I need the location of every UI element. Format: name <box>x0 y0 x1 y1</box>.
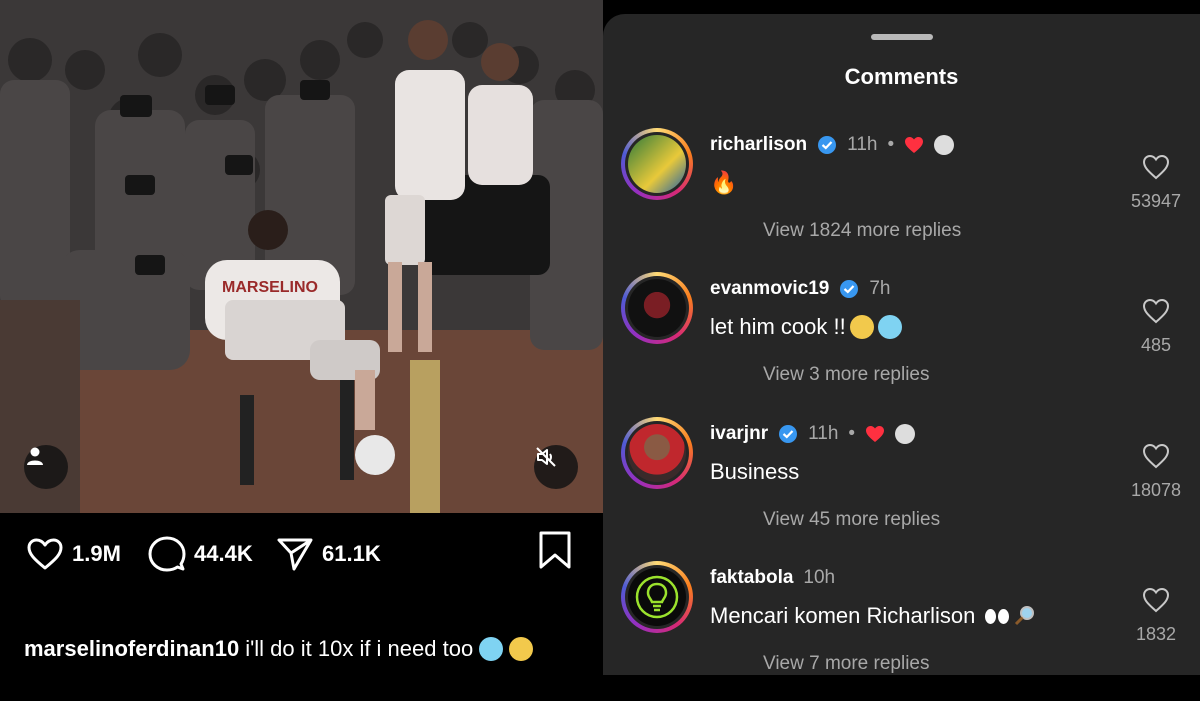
avatar[interactable] <box>621 128 693 200</box>
send-paper-plane-icon <box>277 538 313 571</box>
comment-item: ivarjnr 11h • Business View 45 more repl… <box>603 417 1200 557</box>
lightbulb-logo-icon <box>635 575 679 619</box>
heart-outline-icon[interactable] <box>1142 298 1170 324</box>
view-replies-link[interactable]: View 3 more replies <box>763 364 930 386</box>
comment-count: 44.4K <box>194 541 253 566</box>
creator-avatar-icon <box>934 135 955 155</box>
view-replies-link[interactable]: View 1824 more replies <box>763 220 961 242</box>
view-replies-link[interactable]: View 45 more replies <box>763 509 940 531</box>
comment-text-row: let him cook !! <box>710 314 902 340</box>
heart-outline-icon[interactable] <box>1142 154 1170 180</box>
comment-like-count: 18078 <box>1130 480 1182 500</box>
comment-text: let him cook !! <box>710 314 846 339</box>
comment-item: evanmovic19 7h let him cook !! View 3 mo… <box>603 272 1200 412</box>
comment-time: 11h <box>808 423 839 444</box>
like-button[interactable]: 1.9M <box>26 535 121 573</box>
comment-bubble-icon <box>148 536 186 572</box>
cold-face-emoji-icon <box>479 637 504 661</box>
cold-face-emoji-icon <box>877 315 902 339</box>
share-count: 61.1K <box>322 541 381 566</box>
comment-button[interactable]: 44.4K <box>148 535 253 573</box>
sheet-title: Comments <box>844 64 959 89</box>
post-photo-illustration: MARSELINO <box>0 0 603 513</box>
comment-like-count: 53947 <box>1130 191 1182 211</box>
jersey-name: MARSELINO <box>222 279 318 296</box>
avatar[interactable] <box>621 561 693 633</box>
post-photo[interactable]: MARSELINO <box>0 0 603 513</box>
comment-like[interactable]: 1832 <box>1113 587 1199 645</box>
comment-username[interactable]: evanmovic19 <box>710 278 829 300</box>
eyes-emoji-icon <box>985 608 1010 624</box>
comment-username[interactable]: faktabola <box>710 567 793 589</box>
comment-time: 7h <box>869 278 891 299</box>
comment-like[interactable]: 485 <box>1113 298 1199 356</box>
heart-outline-icon[interactable] <box>1142 587 1170 613</box>
verified-badge-icon <box>779 425 798 443</box>
creator-liked-heart-icon <box>905 137 924 153</box>
post-actions-bar: 1.9M 44.4K 61.1K <box>0 513 603 593</box>
separator-dot: • <box>887 134 895 155</box>
comment-like-count: 485 <box>1140 335 1172 355</box>
creator-liked-heart-icon <box>866 426 885 442</box>
comment-text: 🔥 <box>710 170 738 195</box>
heart-outline-icon[interactable] <box>1142 443 1170 469</box>
comment-like[interactable]: 18078 <box>1113 443 1199 501</box>
comment-like-count: 1832 <box>1135 624 1177 644</box>
heart-icon <box>27 538 63 570</box>
verified-badge-icon <box>818 136 837 154</box>
avatar[interactable] <box>621 417 693 489</box>
comment-username[interactable]: richarlison <box>710 134 807 156</box>
person-icon <box>27 447 43 465</box>
comment-time: 10h <box>803 567 836 588</box>
bookmark-icon[interactable] <box>536 530 574 570</box>
comment-text: Business <box>710 459 800 484</box>
comment-item: richarlison 11h • 🔥 View 1824 more repli… <box>603 128 1200 268</box>
view-replies-link[interactable]: View 7 more replies <box>763 653 930 675</box>
comment-text: Mencari komen Richarlison <box>710 603 976 628</box>
comment-username[interactable]: ivarjnr <box>710 423 768 445</box>
comment-item: faktabola 10h Mencari komen Richarlison … <box>603 561 1200 701</box>
mute-button[interactable] <box>534 445 578 489</box>
worried-face-emoji-icon <box>849 315 874 339</box>
tagged-people-button[interactable] <box>24 445 68 489</box>
verified-badge-icon <box>840 280 859 298</box>
comment-like[interactable]: 53947 <box>1113 154 1199 212</box>
creator-avatar-icon <box>895 424 916 444</box>
comment-time: 11h <box>847 134 878 155</box>
comments-sheet: Comments richarlison 11h • 🔥 View 1824 m… <box>603 14 1200 675</box>
sheet-drag-handle[interactable] <box>871 34 933 40</box>
caption-username[interactable]: marselinoferdinan10 <box>24 636 239 662</box>
magnifying-glass-emoji-icon <box>1015 606 1035 626</box>
share-button[interactable]: 61.1K <box>276 535 381 573</box>
avatar[interactable] <box>621 272 693 344</box>
post-caption: marselinoferdinan10 i'll do it 10x if i … <box>24 636 534 662</box>
caption-text: i'll do it 10x if i need too <box>245 636 474 661</box>
like-count: 1.9M <box>72 541 121 566</box>
comment-text-row: Mencari komen Richarlison <box>710 603 1037 629</box>
exploding-head-emoji-icon <box>509 637 534 661</box>
speaker-muted-icon <box>536 447 556 467</box>
post-panel: MARSELINO 1.9M 44.4K 61.1K marselinoferd… <box>0 0 603 675</box>
separator-dot: • <box>848 423 856 444</box>
